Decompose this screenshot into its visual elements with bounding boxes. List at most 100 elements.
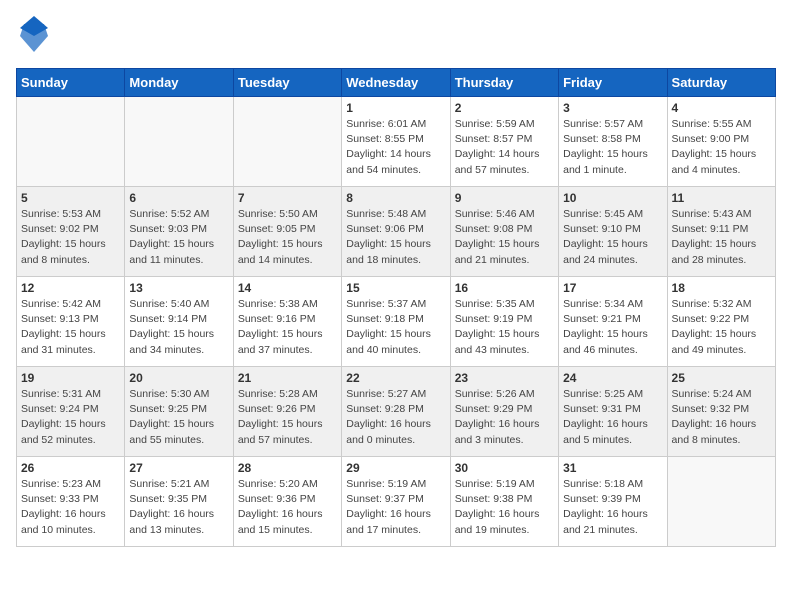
day-info: Sunrise: 5:30 AM Sunset: 9:25 PM Dayligh…: [129, 387, 228, 448]
day-cell: 29 Sunrise: 5:19 AM Sunset: 9:37 PM Dayli…: [342, 457, 450, 547]
day-cell: 27Sunrise: 5:21 AM Sunset: 9:35 PM Dayli…: [125, 457, 233, 547]
day-number: 5: [21, 191, 120, 205]
day-info: Sunrise: 5:57 AM Sunset: 8:58 PM Dayligh…: [563, 117, 662, 178]
day-number: 28: [238, 461, 337, 475]
day-number: 13: [129, 281, 228, 295]
logo: [16, 16, 48, 56]
day-info: Sunrise: 5:19 AM Sunset: 9:37 PM Dayligh…: [346, 477, 445, 538]
col-header-monday: Monday: [125, 69, 233, 97]
day-cell: 9 Sunrise: 5:46 AM Sunset: 9:08 PM Daylig…: [450, 187, 558, 277]
day-info: Sunrise: 5:43 AM Sunset: 9:11 PM Dayligh…: [672, 207, 771, 268]
day-number: 29: [346, 461, 445, 475]
day-cell: 19 Sunrise: 5:31 AM Sunset: 9:24 PM Dayli…: [17, 367, 125, 457]
day-cell: [125, 97, 233, 187]
day-cell: 1Sunrise: 6:01 AM Sunset: 8:55 PM Daylig…: [342, 97, 450, 187]
day-cell: 7 Sunrise: 5:50 AM Sunset: 9:05 PM Daylig…: [233, 187, 341, 277]
day-number: 12: [21, 281, 120, 295]
day-info: Sunrise: 5:23 AM Sunset: 9:33 PM Dayligh…: [21, 477, 120, 538]
day-cell: 30 Sunrise: 5:19 AM Sunset: 9:38 PM Dayli…: [450, 457, 558, 547]
day-number: 8: [346, 191, 445, 205]
day-cell: 20Sunrise: 5:30 AM Sunset: 9:25 PM Dayli…: [125, 367, 233, 457]
day-number: 15: [346, 281, 445, 295]
day-cell: 18Sunrise: 5:32 AM Sunset: 9:22 PM Dayli…: [667, 277, 775, 367]
page-header: [16, 16, 776, 56]
day-info: Sunrise: 5:20 AM Sunset: 9:36 PM Dayligh…: [238, 477, 337, 538]
day-info: Sunrise: 5:34 AM Sunset: 9:21 PM Dayligh…: [563, 297, 662, 358]
day-info: Sunrise: 5:24 AM Sunset: 9:32 PM Dayligh…: [672, 387, 771, 448]
day-number: 11: [672, 191, 771, 205]
day-number: 25: [672, 371, 771, 385]
day-cell: 28 Sunrise: 5:20 AM Sunset: 9:36 PM Dayli…: [233, 457, 341, 547]
day-cell: 5Sunrise: 5:53 AM Sunset: 9:02 PM Daylig…: [17, 187, 125, 277]
day-number: 4: [672, 101, 771, 115]
day-number: 27: [129, 461, 228, 475]
day-cell: 15 Sunrise: 5:37 AM Sunset: 9:18 PM Dayli…: [342, 277, 450, 367]
day-number: 2: [455, 101, 554, 115]
col-header-tuesday: Tuesday: [233, 69, 341, 97]
col-header-sunday: Sunday: [17, 69, 125, 97]
day-number: 16: [455, 281, 554, 295]
day-info: Sunrise: 5:27 AM Sunset: 9:28 PM Dayligh…: [346, 387, 445, 448]
header-row: SundayMondayTuesdayWednesdayThursdayFrid…: [17, 69, 776, 97]
day-info: Sunrise: 5:45 AM Sunset: 9:10 PM Dayligh…: [563, 207, 662, 268]
week-row-2: 5Sunrise: 5:53 AM Sunset: 9:02 PM Daylig…: [17, 187, 776, 277]
day-number: 19: [21, 371, 120, 385]
day-number: 31: [563, 461, 662, 475]
day-cell: 12 Sunrise: 5:42 AM Sunset: 9:13 PM Dayli…: [17, 277, 125, 367]
day-number: 14: [238, 281, 337, 295]
day-info: Sunrise: 5:37 AM Sunset: 9:18 PM Dayligh…: [346, 297, 445, 358]
day-cell: [667, 457, 775, 547]
day-info: Sunrise: 5:59 AM Sunset: 8:57 PM Dayligh…: [455, 117, 554, 178]
calendar-table: SundayMondayTuesdayWednesdayThursdayFrid…: [16, 68, 776, 547]
day-info: Sunrise: 5:32 AM Sunset: 9:22 PM Dayligh…: [672, 297, 771, 358]
day-number: 9: [455, 191, 554, 205]
day-info: Sunrise: 5:31 AM Sunset: 9:24 PM Dayligh…: [21, 387, 120, 448]
day-cell: 26 Sunrise: 5:23 AM Sunset: 9:33 PM Dayli…: [17, 457, 125, 547]
day-cell: 2 Sunrise: 5:59 AM Sunset: 8:57 PM Daylig…: [450, 97, 558, 187]
day-info: Sunrise: 5:18 AM Sunset: 9:39 PM Dayligh…: [563, 477, 662, 538]
day-cell: 17 Sunrise: 5:34 AM Sunset: 9:21 PM Dayli…: [559, 277, 667, 367]
day-info: Sunrise: 5:55 AM Sunset: 9:00 PM Dayligh…: [672, 117, 771, 178]
day-cell: 6Sunrise: 5:52 AM Sunset: 9:03 PM Daylig…: [125, 187, 233, 277]
day-info: Sunrise: 5:46 AM Sunset: 9:08 PM Dayligh…: [455, 207, 554, 268]
day-number: 30: [455, 461, 554, 475]
day-number: 17: [563, 281, 662, 295]
day-number: 22: [346, 371, 445, 385]
day-cell: 8 Sunrise: 5:48 AM Sunset: 9:06 PM Daylig…: [342, 187, 450, 277]
day-number: 3: [563, 101, 662, 115]
day-cell: 24 Sunrise: 5:25 AM Sunset: 9:31 PM Dayli…: [559, 367, 667, 457]
week-row-4: 19 Sunrise: 5:31 AM Sunset: 9:24 PM Dayli…: [17, 367, 776, 457]
day-cell: [233, 97, 341, 187]
day-info: Sunrise: 5:48 AM Sunset: 9:06 PM Dayligh…: [346, 207, 445, 268]
day-number: 7: [238, 191, 337, 205]
day-cell: 13 Sunrise: 5:40 AM Sunset: 9:14 PM Dayli…: [125, 277, 233, 367]
day-number: 23: [455, 371, 554, 385]
day-number: 24: [563, 371, 662, 385]
day-info: Sunrise: 5:50 AM Sunset: 9:05 PM Dayligh…: [238, 207, 337, 268]
day-info: Sunrise: 5:19 AM Sunset: 9:38 PM Dayligh…: [455, 477, 554, 538]
col-header-saturday: Saturday: [667, 69, 775, 97]
day-cell: 3 Sunrise: 5:57 AM Sunset: 8:58 PM Daylig…: [559, 97, 667, 187]
week-row-5: 26 Sunrise: 5:23 AM Sunset: 9:33 PM Dayli…: [17, 457, 776, 547]
day-info: Sunrise: 5:38 AM Sunset: 9:16 PM Dayligh…: [238, 297, 337, 358]
day-cell: 21 Sunrise: 5:28 AM Sunset: 9:26 PM Dayli…: [233, 367, 341, 457]
logo-icon: [20, 16, 48, 52]
day-info: Sunrise: 5:26 AM Sunset: 9:29 PM Dayligh…: [455, 387, 554, 448]
day-info: Sunrise: 5:35 AM Sunset: 9:19 PM Dayligh…: [455, 297, 554, 358]
day-cell: 31 Sunrise: 5:18 AM Sunset: 9:39 PM Dayli…: [559, 457, 667, 547]
day-info: Sunrise: 5:42 AM Sunset: 9:13 PM Dayligh…: [21, 297, 120, 358]
day-number: 26: [21, 461, 120, 475]
col-header-wednesday: Wednesday: [342, 69, 450, 97]
day-cell: 23 Sunrise: 5:26 AM Sunset: 9:29 PM Dayli…: [450, 367, 558, 457]
day-cell: 11 Sunrise: 5:43 AM Sunset: 9:11 PM Dayli…: [667, 187, 775, 277]
day-info: Sunrise: 5:40 AM Sunset: 9:14 PM Dayligh…: [129, 297, 228, 358]
week-row-3: 12 Sunrise: 5:42 AM Sunset: 9:13 PM Dayli…: [17, 277, 776, 367]
day-cell: 16 Sunrise: 5:35 AM Sunset: 9:19 PM Dayli…: [450, 277, 558, 367]
col-header-thursday: Thursday: [450, 69, 558, 97]
day-cell: [17, 97, 125, 187]
day-info: Sunrise: 5:25 AM Sunset: 9:31 PM Dayligh…: [563, 387, 662, 448]
day-info: Sunrise: 6:01 AM Sunset: 8:55 PM Dayligh…: [346, 117, 445, 178]
day-number: 21: [238, 371, 337, 385]
day-cell: 22 Sunrise: 5:27 AM Sunset: 9:28 PM Dayli…: [342, 367, 450, 457]
day-info: Sunrise: 5:28 AM Sunset: 9:26 PM Dayligh…: [238, 387, 337, 448]
